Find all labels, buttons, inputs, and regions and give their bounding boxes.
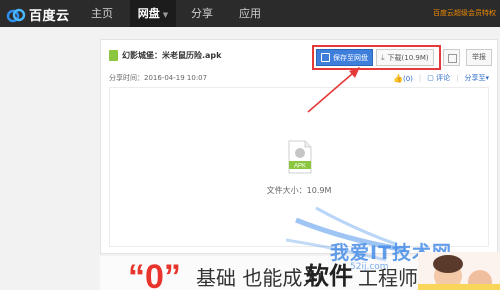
like-count: (0) <box>402 74 413 83</box>
divider: | <box>456 74 459 82</box>
file-size-label: 文件大小： <box>266 186 307 195</box>
comment-link[interactable]: ▢ 评论 <box>427 73 450 83</box>
watermark-url: 52ij.com <box>350 262 389 272</box>
nav-netdisk-label: 网盘 <box>137 7 160 20</box>
comment-label: 评论 <box>436 74 451 82</box>
file-size-value: 10.9M <box>306 186 332 195</box>
banner-zero-text: “0” <box>128 258 181 290</box>
share-to-link[interactable]: 分享至▾ <box>464 73 489 83</box>
nav-home[interactable]: 主页 <box>85 0 119 27</box>
banner-text-2: 软件 <box>305 262 353 290</box>
file-preview-area: APK 文件大小：10.9M <box>109 87 489 247</box>
share-time: 分享时间：2016-04-19 10:07 <box>109 73 207 83</box>
svip-promo-link[interactable]: 百度云超级会员特权 <box>433 0 496 27</box>
file-share-card: 幻影城堡：米老鼠历险.apk 分享时间：2016-04-19 10:07 保存至… <box>100 39 498 254</box>
qr-code-button[interactable] <box>443 49 460 66</box>
comment-icon: ▢ <box>427 74 434 82</box>
apk-file-icon <box>109 50 118 61</box>
top-nav-bar: 百度云 主页 网盘 ▼ 分享 应用 百度云超级会员特权 <box>0 0 500 27</box>
like-link[interactable]: 👍(0) <box>393 74 413 83</box>
share-time-value: 2016-04-19 10:07 <box>144 74 208 82</box>
nav-netdisk[interactable]: 网盘 ▼ <box>130 0 176 27</box>
file-name: 幻影城堡：米老鼠历险.apk <box>122 51 222 60</box>
highlight-box <box>312 45 441 70</box>
divider: | <box>418 74 422 82</box>
chevron-down-icon: ▾ <box>485 74 489 82</box>
child-photo-image <box>418 252 500 290</box>
file-size: 文件大小：10.9M <box>110 185 488 196</box>
apk-file-large-icon: APK <box>288 140 312 174</box>
share-time-label: 分享时间： <box>109 74 144 82</box>
logo-text: 百度云 <box>29 9 70 24</box>
nav-apps[interactable]: 应用 <box>233 0 267 27</box>
action-links: 👍(0) | ▢ 评论 | 分享至▾ <box>393 73 489 83</box>
thumbs-up-icon: 👍 <box>393 73 403 83</box>
file-title: 幻影城堡：米老鼠历险.apk <box>109 50 221 61</box>
report-button[interactable]: 举报 <box>466 49 492 66</box>
share-to-label: 分享至 <box>464 74 486 82</box>
banner-text-1: 基础 也能成为 <box>196 266 323 290</box>
chevron-down-icon: ▼ <box>162 11 169 19</box>
baidu-cloud-logo[interactable]: 百度云 <box>6 5 70 24</box>
nav-share[interactable]: 分享 <box>185 0 219 27</box>
apk-badge-text: APK <box>294 164 306 170</box>
cloud-logo-icon <box>6 8 26 22</box>
